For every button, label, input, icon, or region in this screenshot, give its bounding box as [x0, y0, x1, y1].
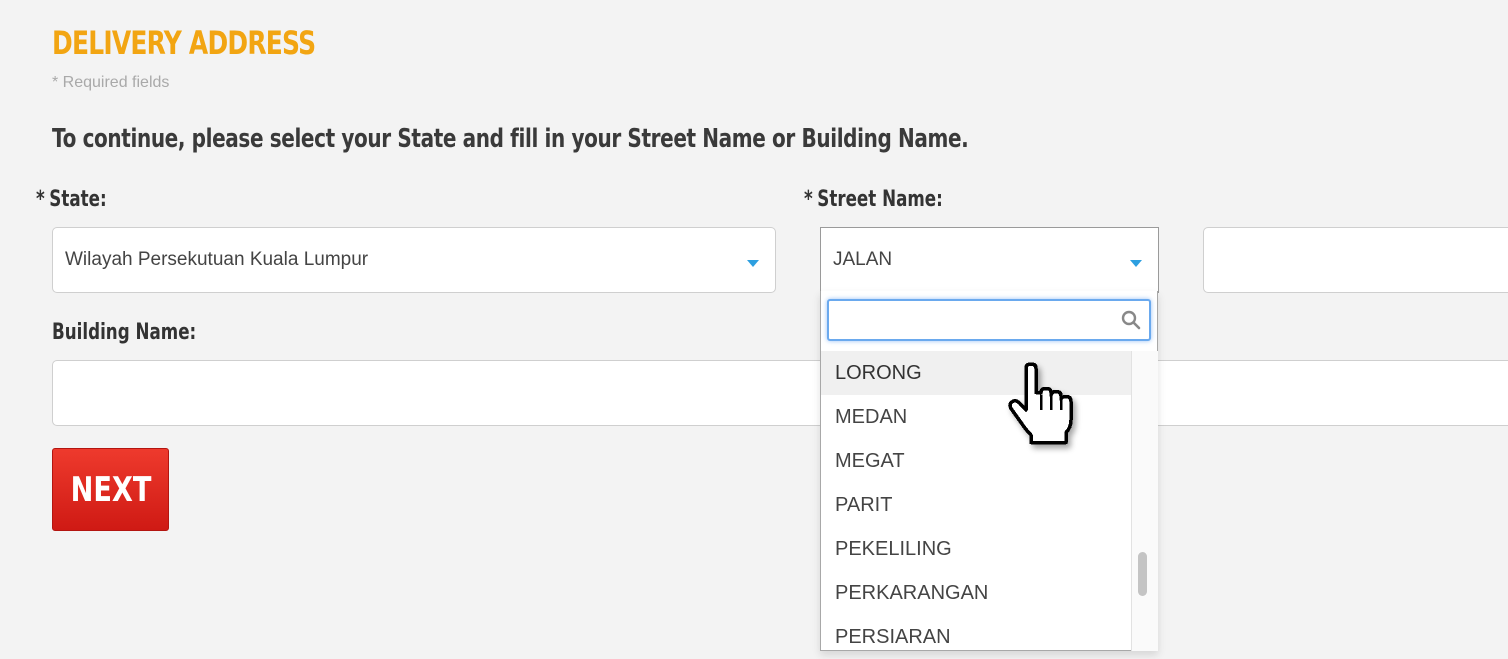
street-type-select[interactable]: JALAN — [820, 227, 1159, 293]
required-asterisk: * — [36, 187, 45, 212]
page-title: DELIVERY ADDRESS — [52, 24, 316, 62]
dropdown-option[interactable]: PARIT — [821, 483, 1131, 527]
required-fields-note: * Required fields — [52, 74, 170, 91]
hand-pointer-icon — [1008, 362, 1073, 445]
dropdown-option[interactable]: LORONG — [821, 351, 1131, 395]
state-label: * State: — [36, 187, 107, 212]
dropdown-scrollbar-thumb[interactable] — [1138, 552, 1147, 596]
instruction-text: To continue, please select your State an… — [52, 124, 969, 154]
state-selected-value: Wilayah Persekutuan Kuala Lumpur — [65, 249, 369, 270]
street-name-label: * Street Name: — [804, 187, 943, 212]
building-name-label-text: Building Name: — [52, 320, 197, 345]
building-name-label: Building Name: — [52, 320, 196, 345]
street-name-input[interactable] — [1203, 227, 1508, 293]
building-name-input[interactable] — [52, 360, 1508, 426]
search-icon — [1121, 310, 1141, 330]
state-label-text: State: — [49, 187, 107, 212]
dropdown-search-box[interactable] — [827, 299, 1151, 341]
dropdown-scrollbar-track[interactable] — [1131, 351, 1158, 651]
state-select[interactable]: Wilayah Persekutuan Kuala Lumpur — [52, 227, 776, 293]
street-name-label-text: Street Name: — [817, 187, 943, 212]
required-asterisk: * — [804, 187, 813, 212]
dropdown-option[interactable]: MEGAT — [821, 439, 1131, 483]
street-type-dropdown: LORONG MEDAN MEGAT PARIT PEKELILING PERK… — [820, 291, 1158, 651]
dropdown-option[interactable]: PERSIARAN — [821, 615, 1131, 659]
dropdown-option[interactable]: PERKARANGAN — [821, 571, 1131, 615]
dropdown-search-input[interactable] — [835, 302, 1119, 340]
caret-down-icon — [1130, 260, 1142, 267]
dropdown-option[interactable]: MEDAN — [821, 395, 1131, 439]
next-button[interactable]: NEXT — [52, 448, 169, 531]
caret-down-icon — [747, 260, 759, 267]
next-button-label: NEXT — [70, 469, 151, 510]
dropdown-options-list: LORONG MEDAN MEGAT PARIT PEKELILING PERK… — [821, 351, 1131, 659]
dropdown-option[interactable]: PEKELILING — [821, 527, 1131, 571]
street-type-selected-value: JALAN — [833, 249, 893, 270]
